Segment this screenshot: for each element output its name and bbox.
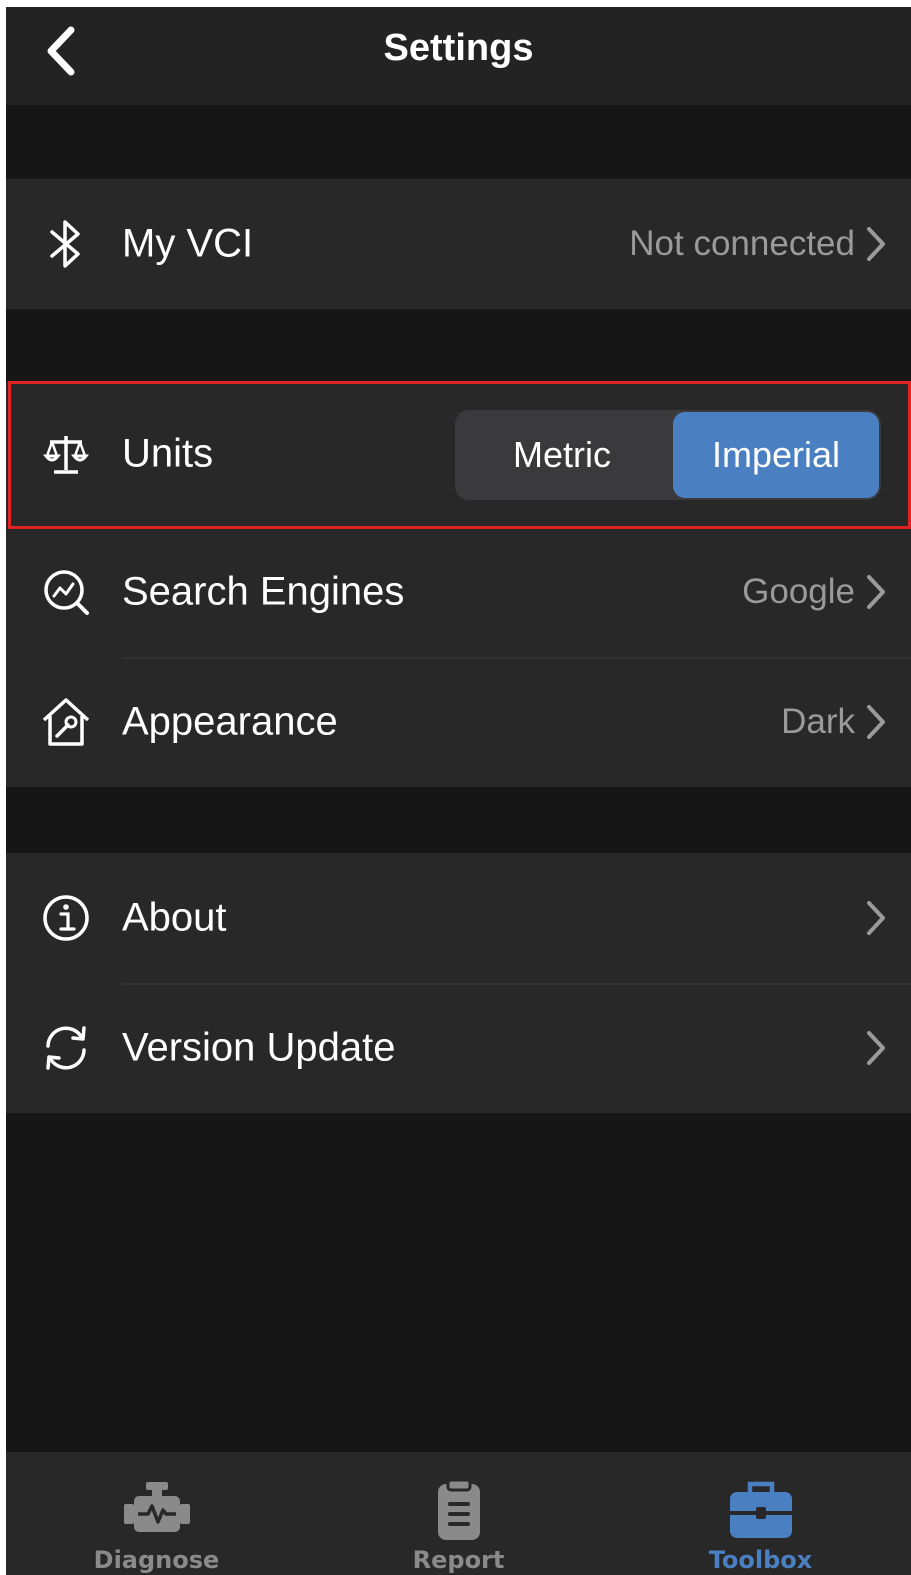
vci-group: My VCI Not connected	[6, 179, 911, 309]
about-label: About	[122, 895, 227, 940]
tab-diagnose-label: Diagnose	[93, 1546, 220, 1574]
scale-icon	[40, 428, 92, 480]
search-engines-row[interactable]: Search Engines Google	[6, 527, 911, 657]
info-icon	[40, 892, 92, 944]
page-title: Settings	[383, 27, 534, 69]
my-vci-status: Not connected	[629, 224, 855, 263]
tab-report[interactable]: Report	[308, 1452, 609, 1575]
search-chart-icon	[40, 566, 92, 618]
my-vci-row[interactable]: My VCI Not connected	[6, 179, 911, 309]
settings-screen: Settings My VCI Not connected Units Metr…	[6, 7, 911, 1575]
row-separator	[122, 527, 911, 529]
preferences-group: Units Metric Imperial Search Engines Goo…	[6, 381, 911, 787]
house-wrench-icon	[40, 696, 92, 748]
navigation-bar: Settings	[6, 7, 911, 105]
units-row: Units Metric Imperial	[6, 381, 911, 527]
metric-option[interactable]: Metric	[457, 412, 667, 498]
appearance-row[interactable]: Appearance Dark	[6, 657, 911, 787]
tab-toolbox[interactable]: Toolbox	[610, 1452, 911, 1575]
tab-toolbox-label: Toolbox	[708, 1546, 813, 1574]
tab-report-label: Report	[412, 1546, 505, 1574]
tab-diagnose[interactable]: Diagnose	[6, 1452, 307, 1575]
chevron-right-icon	[867, 227, 885, 261]
chevron-right-icon	[867, 901, 885, 935]
search-engine-value: Google	[742, 572, 855, 611]
units-label: Units	[122, 431, 214, 476]
units-segmented-control: Metric Imperial	[455, 410, 881, 500]
row-separator	[122, 657, 911, 659]
version-update-label: Version Update	[122, 1025, 396, 1070]
refresh-icon	[40, 1022, 92, 1074]
engine-icon	[123, 1482, 190, 1532]
info-group: About Version Update	[6, 853, 911, 1113]
my-vci-label: My VCI	[122, 221, 254, 266]
about-row[interactable]: About	[6, 853, 911, 983]
chevron-right-icon	[867, 575, 885, 609]
clipboard-icon	[437, 1478, 480, 1540]
search-engines-label: Search Engines	[122, 569, 405, 614]
chevron-right-icon	[867, 1031, 885, 1065]
appearance-value: Dark	[781, 702, 855, 741]
bluetooth-icon	[40, 218, 92, 270]
appearance-label: Appearance	[122, 699, 338, 744]
tab-bar: Diagnose Report Toolbox	[6, 1452, 911, 1575]
toolbox-icon	[729, 1481, 792, 1538]
version-update-row[interactable]: Version Update	[6, 983, 911, 1113]
chevron-right-icon	[867, 705, 885, 739]
row-separator	[122, 983, 911, 985]
imperial-option[interactable]: Imperial	[673, 412, 879, 498]
